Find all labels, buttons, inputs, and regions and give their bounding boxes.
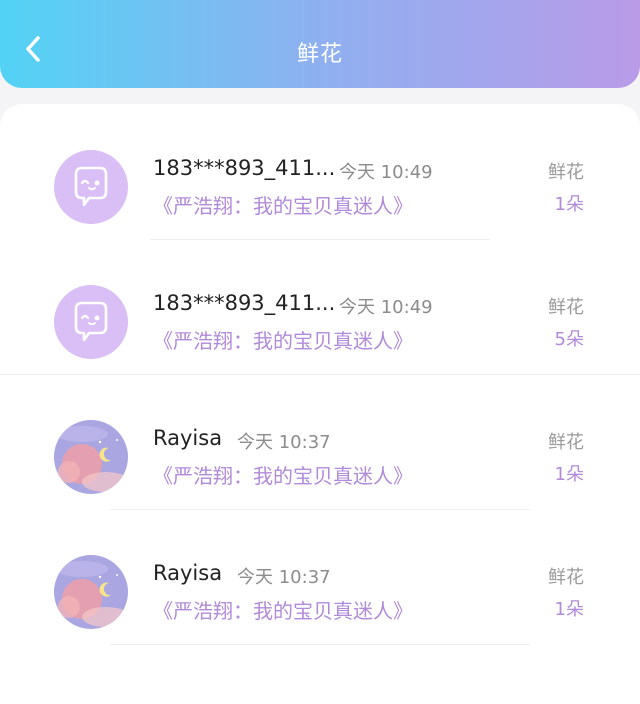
gift-type-label: 鲜花 [548,297,584,318]
timestamp: 今天 10:37 [237,432,331,453]
moon-cloud-icon [54,420,128,494]
header-bar: 鲜花 [0,0,640,88]
song-title: 《严浩翔：我的宝贝真迷人》 [153,599,413,623]
song-title: 《严浩翔：我的宝贝真迷人》 [153,194,413,218]
gift-count: 1朵 [554,194,584,215]
user-name: 183***893_411... [153,291,336,315]
timestamp: 今天 10:37 [237,567,331,588]
timestamp: 今天 10:49 [339,162,433,183]
list-item[interactable]: 183***893_411... 今天 10:49 《严浩翔：我的宝贝真迷人》 … [0,104,640,240]
moon-cloud-icon [54,555,128,629]
avatar[interactable] [54,420,128,494]
user-name: Rayisa [153,426,223,450]
gift-type-label: 鲜花 [548,432,584,453]
gift-count: 1朵 [554,464,584,485]
gift-record-list: 183***893_411... 今天 10:49 《严浩翔：我的宝贝真迷人》 … [0,104,640,704]
list-item[interactable]: Rayisa 今天 10:37 《严浩翔：我的宝贝真迷人》 鲜花 1朵 [0,509,640,645]
list-item[interactable]: Rayisa 今天 10:37 《严浩翔：我的宝贝真迷人》 鲜花 1朵 [0,374,640,510]
chat-bubble-wink-icon [54,150,128,224]
divider [110,644,530,645]
user-name: 183***893_411... [153,156,336,180]
gift-count: 5朵 [554,329,584,350]
avatar[interactable] [54,555,128,629]
gift-type-label: 鲜花 [548,162,584,183]
song-title: 《严浩翔：我的宝贝真迷人》 [153,329,413,353]
avatar[interactable] [54,150,128,224]
list-item[interactable]: 183***893_411... 今天 10:49 《严浩翔：我的宝贝真迷人》 … [0,239,640,375]
gift-type-label: 鲜花 [548,567,584,588]
page-title: 鲜花 [296,42,343,67]
song-title: 《严浩翔：我的宝贝真迷人》 [153,464,413,488]
chat-bubble-wink-icon [54,285,128,359]
user-name: Rayisa [153,561,223,585]
gift-count: 1朵 [554,599,584,620]
avatar[interactable] [54,285,128,359]
timestamp: 今天 10:49 [339,297,433,318]
